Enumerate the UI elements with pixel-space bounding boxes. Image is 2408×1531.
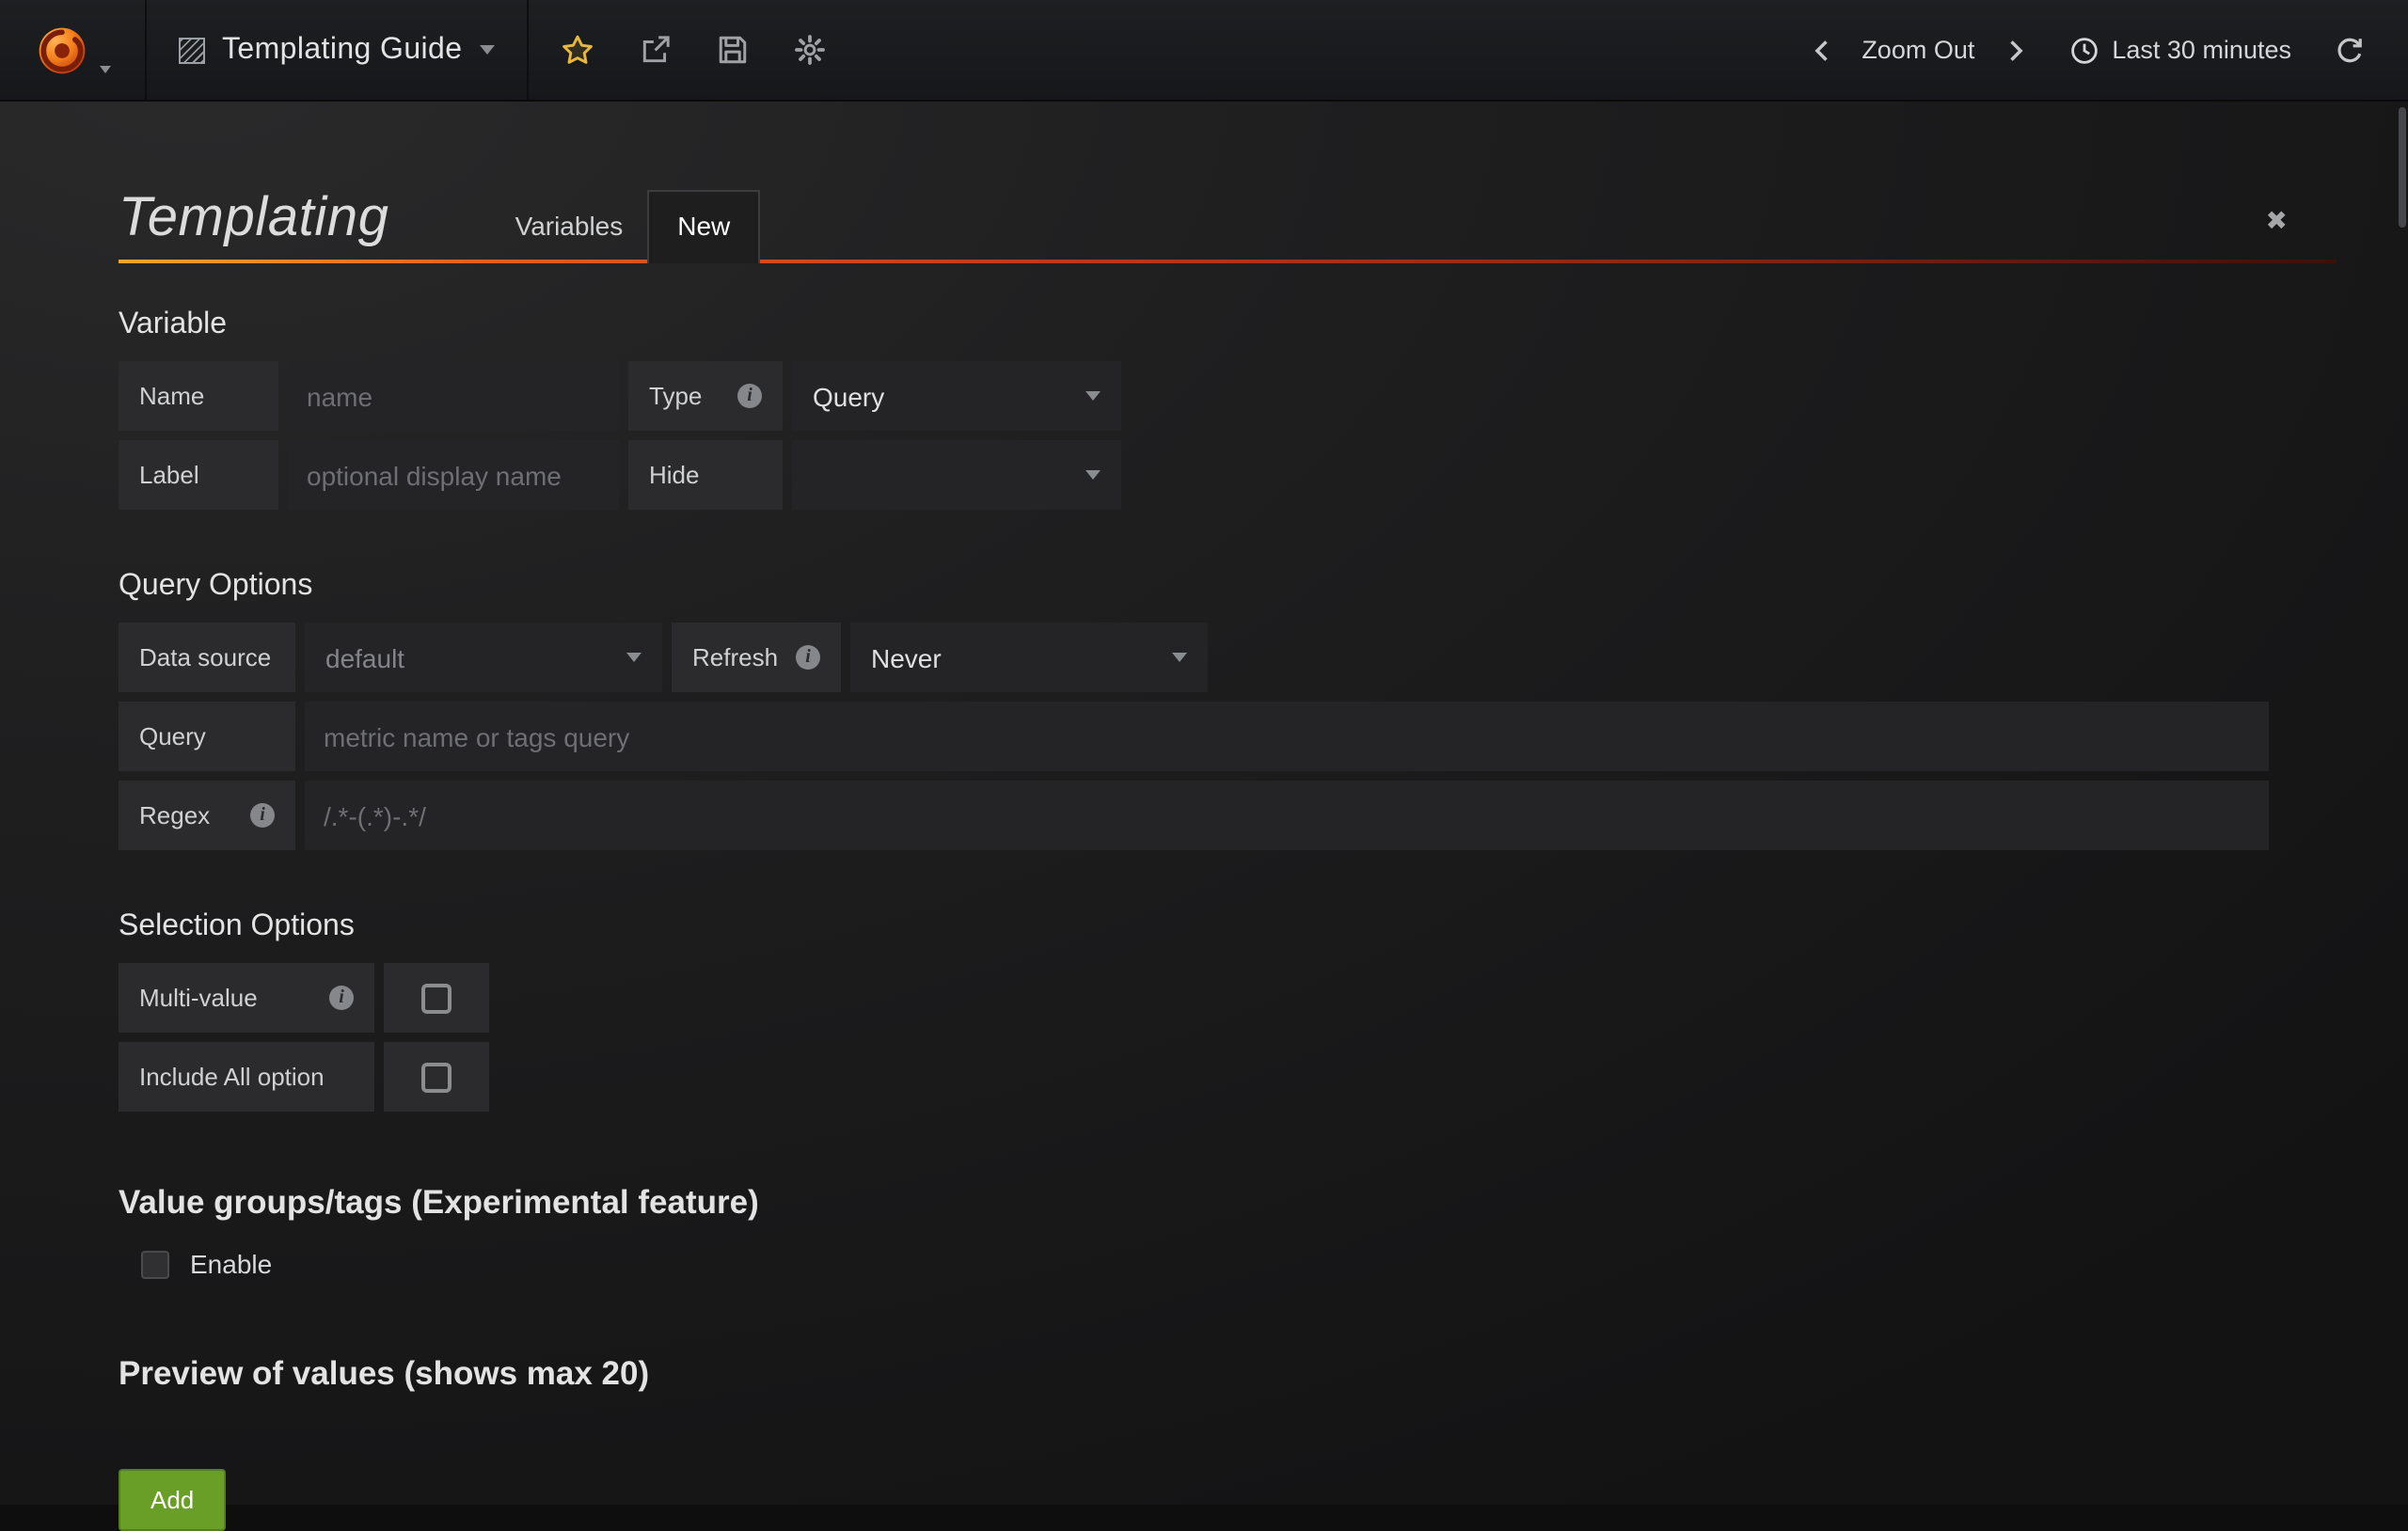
refresh-select-value: Never: [871, 642, 942, 672]
regex-label: Regex: [119, 781, 295, 850]
templating-header: Templating Variables New ✖: [119, 102, 2299, 263]
tab-new[interactable]: New: [647, 190, 760, 263]
checkbox-icon: [421, 1062, 452, 1092]
refresh-label: Refresh: [672, 623, 841, 692]
multi-value-checkbox[interactable]: [384, 963, 489, 1033]
include-all-checkbox[interactable]: [384, 1042, 489, 1112]
name-label: Name: [119, 361, 278, 431]
dashboard-title-menu[interactable]: Templating Guide: [147, 0, 528, 100]
share-button[interactable]: [616, 0, 693, 101]
navbar-actions: [528, 0, 848, 100]
accent-divider: [119, 260, 2337, 263]
query-row: Query: [119, 702, 2269, 771]
caret-down-icon: [479, 45, 494, 55]
caret-down-icon: [1085, 470, 1101, 480]
zoom-out-button[interactable]: Zoom Out: [1854, 36, 1982, 64]
regex-input[interactable]: [305, 781, 2269, 850]
query-input[interactable]: [305, 702, 2269, 771]
caret-down-icon: [1172, 653, 1187, 662]
value-groups-heading: Value groups/tags (Experimental feature): [119, 1183, 2299, 1223]
grafana-main-menu[interactable]: [0, 0, 147, 100]
refresh-select[interactable]: Never: [850, 623, 1208, 692]
variable-heading: Variable: [119, 308, 2299, 342]
preview-heading: Preview of values (shows max 20): [119, 1354, 2299, 1394]
caret-down-icon: [100, 66, 111, 73]
type-select[interactable]: Query: [792, 361, 1121, 431]
data-source-label: Data source: [119, 623, 295, 692]
query-options-heading: Query Options: [119, 570, 2299, 604]
multi-value-row: Multi-value: [119, 963, 2299, 1033]
multi-value-label: Multi-value: [119, 963, 374, 1033]
scrollbar-thumb[interactable]: [2399, 107, 2406, 228]
variable-label-row: Label Hide: [119, 440, 2299, 510]
settings-button[interactable]: [770, 0, 848, 101]
variable-section: Variable Name Type Query Label: [119, 308, 2299, 510]
tab-variables[interactable]: Variables: [491, 194, 648, 258]
enable-checkbox[interactable]: [141, 1250, 169, 1278]
clock-icon: [2068, 35, 2099, 65]
time-shift-forward-button[interactable]: [1982, 0, 2046, 101]
save-icon: [716, 34, 748, 66]
enable-label: Enable: [190, 1249, 272, 1279]
templating-editor: Templating Variables New ✖ Variable Name…: [0, 102, 2408, 1531]
checkbox-icon: [421, 983, 452, 1013]
save-button[interactable]: [693, 0, 770, 101]
info-icon[interactable]: [737, 384, 762, 408]
chevron-right-icon: [2001, 37, 2027, 63]
page-title: Templating: [119, 188, 389, 250]
name-input[interactable]: [288, 361, 619, 431]
data-source-value: default: [325, 642, 404, 672]
caret-down-icon: [626, 653, 642, 662]
dashboard-title: Templating Guide: [222, 33, 462, 67]
data-source-select[interactable]: default: [305, 623, 662, 692]
info-icon[interactable]: [329, 986, 354, 1010]
navbar-spacer: [848, 0, 1790, 100]
close-icon[interactable]: ✖: [2266, 205, 2288, 237]
dashboard-icon: [179, 37, 205, 63]
value-groups-section: Value groups/tags (Experimental feature)…: [119, 1183, 2299, 1279]
regex-row: Regex: [119, 781, 2269, 850]
grafana-logo-icon: [34, 22, 90, 78]
chevron-left-icon: [1809, 37, 1835, 63]
type-label: Type: [628, 361, 783, 431]
type-select-value: Query: [813, 381, 884, 411]
preview-section: Preview of values (shows max 20): [119, 1354, 2299, 1394]
grafana-app: Templating Guide: [0, 0, 2408, 1505]
hide-label: Hide: [628, 440, 783, 510]
enable-row: Enable: [141, 1249, 2299, 1279]
label-input[interactable]: [288, 440, 619, 510]
info-icon[interactable]: [250, 803, 275, 828]
add-button[interactable]: Add: [119, 1469, 226, 1531]
share-icon: [639, 34, 671, 66]
refresh-icon: [2335, 35, 2365, 65]
query-options-section: Query Options Data source default Refres…: [119, 570, 2299, 850]
selection-options-section: Selection Options Multi-value Include Al…: [119, 910, 2299, 1112]
time-range-picker[interactable]: Last 30 minutes: [2061, 35, 2299, 65]
datasource-row: Data source default Refresh Never: [119, 623, 2299, 692]
top-navbar: Templating Guide: [0, 0, 2408, 102]
include-all-label: Include All option: [119, 1042, 374, 1112]
star-button[interactable]: [539, 0, 616, 101]
gear-icon: [793, 34, 825, 66]
label-label: Label: [119, 440, 278, 510]
time-shift-back-button[interactable]: [1790, 0, 1854, 101]
query-label: Query: [119, 702, 295, 771]
selection-options-heading: Selection Options: [119, 910, 2299, 944]
caret-down-icon: [1085, 391, 1101, 401]
navbar-time-controls: Zoom Out Last 30 minutes: [1790, 0, 2408, 100]
include-all-row: Include All option: [119, 1042, 2299, 1112]
templating-tabs: Variables New: [491, 190, 761, 263]
star-icon: [561, 33, 594, 67]
zoom-out-label: Zoom Out: [1861, 36, 1974, 64]
time-range-label: Last 30 minutes: [2112, 36, 2291, 64]
variable-name-row: Name Type Query: [119, 361, 2299, 431]
refresh-button[interactable]: [2318, 0, 2382, 101]
info-icon[interactable]: [796, 645, 820, 670]
hide-select[interactable]: [792, 440, 1121, 510]
